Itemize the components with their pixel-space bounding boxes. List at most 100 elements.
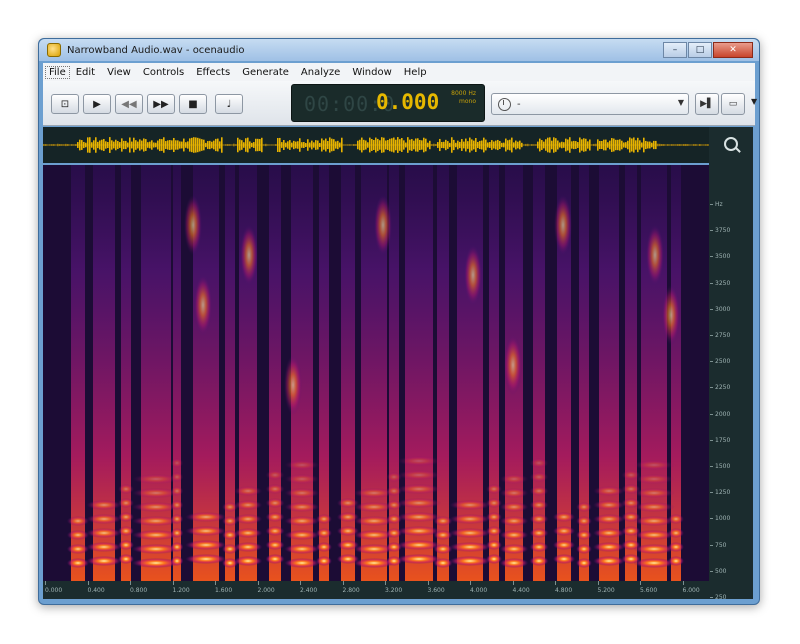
waveform-sample bbox=[597, 139, 599, 151]
waveform-sample bbox=[615, 139, 617, 151]
waveform-sample bbox=[479, 140, 481, 150]
menu-edit[interactable]: Edit bbox=[70, 67, 101, 78]
waveform-sample bbox=[585, 138, 587, 152]
waveform-sample bbox=[421, 140, 423, 150]
waveform-sample bbox=[397, 137, 399, 153]
waveform-sample bbox=[45, 144, 47, 146]
waveform-sample bbox=[705, 144, 707, 146]
waveform-sample bbox=[395, 139, 397, 151]
waveform-sample bbox=[201, 139, 203, 151]
waveform-sample bbox=[277, 138, 279, 152]
waveform-sample bbox=[281, 142, 283, 148]
waveform-sample bbox=[83, 141, 85, 149]
menu-controls[interactable]: Controls bbox=[137, 67, 190, 78]
stop-button[interactable]: ■ bbox=[179, 94, 207, 114]
menu-effects[interactable]: Effects bbox=[190, 67, 236, 78]
close-button[interactable]: ✕ bbox=[713, 42, 753, 58]
waveform-sample bbox=[391, 138, 393, 152]
waveform-sample bbox=[631, 138, 633, 152]
harmonic-band bbox=[118, 526, 134, 536]
waveform-sample bbox=[451, 137, 453, 153]
title-bar[interactable]: Narrowband Audio.wav - ocenaudio – □ ✕ bbox=[39, 39, 759, 61]
menu-generate[interactable]: Generate bbox=[236, 67, 295, 78]
preset-selector[interactable]: - ▼ bbox=[491, 93, 689, 115]
menu-analyze[interactable]: Analyze bbox=[295, 67, 346, 78]
waveform-sample bbox=[599, 140, 601, 150]
zoom-icon[interactable] bbox=[724, 137, 738, 151]
harmonic-band bbox=[529, 472, 549, 482]
harmonic-band bbox=[576, 530, 592, 540]
sample-rate: 8000 Hz bbox=[451, 90, 476, 97]
menu-bar: File Edit View Controls Effects Generate… bbox=[43, 63, 755, 81]
waveform-sample bbox=[53, 144, 55, 146]
waveform-sample bbox=[315, 140, 317, 150]
waveform-sample bbox=[501, 142, 503, 148]
waveform-sample bbox=[435, 143, 437, 147]
minimize-button[interactable]: – bbox=[663, 42, 687, 58]
waveform-sample bbox=[237, 137, 239, 153]
harmonic-band bbox=[449, 556, 491, 566]
waveform-sample bbox=[199, 138, 201, 152]
waveform-sample bbox=[327, 140, 329, 150]
waveform-sample bbox=[169, 140, 171, 150]
menu-help[interactable]: Help bbox=[398, 67, 433, 78]
time-tick-label: 0.000 bbox=[45, 581, 63, 594]
waveform-overview[interactable] bbox=[43, 127, 709, 163]
waveform-sample bbox=[521, 142, 523, 148]
maximize-button[interactable]: □ bbox=[688, 42, 712, 58]
waveform-sample bbox=[339, 142, 341, 148]
frequency-tick-label: 250 bbox=[709, 594, 727, 601]
harmonic-band bbox=[668, 514, 684, 524]
harmonic-band bbox=[284, 488, 320, 498]
play-button[interactable]: ▶ bbox=[83, 94, 111, 114]
skip-button[interactable]: ▶▌ bbox=[695, 93, 719, 115]
waveform-sample bbox=[371, 139, 373, 151]
waveform-sample bbox=[117, 141, 119, 149]
waveform-sample bbox=[141, 140, 143, 150]
frequency-tick-label: 750 bbox=[709, 541, 727, 549]
metronome-button[interactable]: ♩ bbox=[215, 94, 243, 114]
waveform-sample bbox=[483, 137, 485, 153]
harmonic-band bbox=[486, 498, 502, 508]
frequency-tick-label: 3250 bbox=[709, 279, 731, 287]
harmonic-band bbox=[284, 516, 320, 526]
menu-view[interactable]: View bbox=[101, 67, 137, 78]
waveform-sample bbox=[63, 144, 65, 146]
harmonic-band bbox=[185, 512, 227, 522]
waveform-sample bbox=[197, 137, 199, 153]
harmonic-band bbox=[593, 514, 625, 524]
waveform-sample bbox=[161, 139, 163, 151]
rewind-button[interactable]: ◀◀ bbox=[115, 94, 143, 114]
waveform-sample bbox=[509, 139, 511, 151]
waveform-sample bbox=[295, 141, 297, 149]
harmonic-band bbox=[185, 540, 227, 550]
waveform-sample bbox=[481, 140, 483, 150]
toolbar-overflow-icon[interactable]: ▼ bbox=[751, 97, 757, 106]
harmonic-band bbox=[593, 556, 625, 566]
waveform-sample bbox=[287, 141, 289, 149]
time-tick-label: 4.400 bbox=[512, 581, 530, 594]
menu-window[interactable]: Window bbox=[346, 67, 397, 78]
fast-forward-button[interactable]: ▶▶ bbox=[147, 94, 175, 114]
waveform-sample bbox=[319, 142, 321, 148]
loop-button[interactable]: ▭ bbox=[721, 93, 745, 115]
waveform-sample bbox=[173, 137, 175, 153]
waveform-sample bbox=[595, 143, 597, 147]
menu-file[interactable]: File bbox=[45, 65, 70, 79]
waveform-sample bbox=[409, 139, 411, 151]
waveform-sample bbox=[647, 141, 649, 149]
waveform-sample bbox=[659, 143, 661, 147]
waveform-sample bbox=[411, 139, 413, 151]
waveform-sample bbox=[71, 144, 73, 146]
waveform-sample bbox=[425, 138, 427, 152]
time-tick-label: 1.600 bbox=[215, 581, 233, 594]
harmonic-band bbox=[529, 500, 549, 510]
harmonic-band bbox=[552, 554, 576, 564]
waveform-sample bbox=[299, 138, 301, 152]
waveform-sample bbox=[331, 138, 333, 152]
select-all-button[interactable]: ⊡ bbox=[51, 94, 79, 114]
spectrogram-view[interactable] bbox=[43, 165, 709, 581]
frequency-tick-label: 1000 bbox=[709, 515, 731, 523]
harmonic-band bbox=[118, 484, 134, 494]
waveform-sample bbox=[591, 144, 593, 146]
